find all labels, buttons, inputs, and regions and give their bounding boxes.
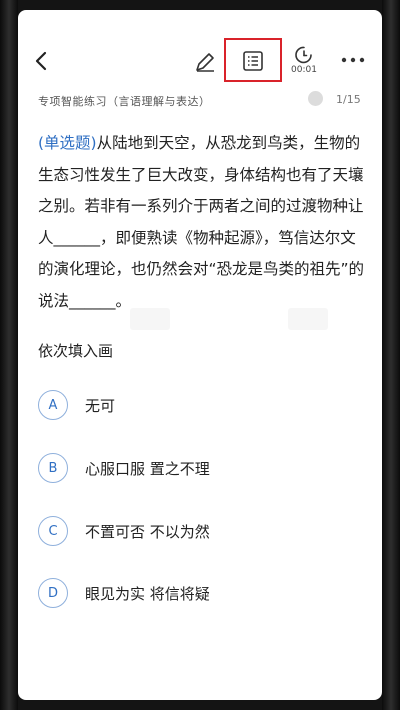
progress-dot-icon <box>308 91 323 106</box>
option-letter-circle: D <box>38 578 68 608</box>
option-text: 不置可否 不以为然 <box>85 523 210 541</box>
question-text: 从陆地到天空，从恐龙到鸟类，生物的生态习性发生了巨大改变，身体结构也有了天壤之别… <box>38 134 365 310</box>
question-body: (单选题)从陆地到天空，从恐龙到鸟类，生物的生态习性发生了巨大改变，身体结构也有… <box>38 128 370 317</box>
option-text: 眼见为实 将信将疑 <box>85 585 210 603</box>
question-prompt: 依次填入画 <box>38 342 114 360</box>
option-letter-circle: B <box>38 453 68 483</box>
option-text: 无可 <box>85 397 116 415</box>
more-icon[interactable] <box>340 56 366 64</box>
option-d[interactable]: D 眼见为实 将信将疑 <box>38 578 368 612</box>
chevron-left-icon[interactable] <box>32 50 52 72</box>
phone-frame: 00:01 专项智能练习（言语理解与表达） 1/15 (单选题)从陆地到天空，从… <box>0 0 400 710</box>
phone-edge-right <box>382 0 400 710</box>
question-type-label: (单选题) <box>38 134 97 152</box>
option-letter-circle: C <box>38 516 68 546</box>
timer-readout: 00:01 <box>291 65 317 75</box>
app-screen: 00:01 专项智能练习（言语理解与表达） 1/15 (单选题)从陆地到天空，从… <box>18 10 382 700</box>
timer-button[interactable]: 00:01 <box>286 46 322 80</box>
watermark-blur <box>288 308 328 330</box>
pencil-icon[interactable] <box>193 50 217 74</box>
option-text: 心服口服 置之不理 <box>85 460 210 478</box>
phone-edge-left <box>0 0 18 710</box>
progress-counter: 1/15 <box>336 93 361 106</box>
option-c[interactable]: C 不置可否 不以为然 <box>38 516 368 550</box>
page-subtitle: 专项智能练习（言语理解与表达） <box>38 95 211 108</box>
watermark-blur <box>130 308 170 330</box>
option-a[interactable]: A 无可 <box>38 390 368 424</box>
list-icon[interactable] <box>242 50 264 72</box>
option-letter-circle: A <box>38 390 68 420</box>
option-b[interactable]: B 心服口服 置之不理 <box>38 453 368 487</box>
timer-icon <box>295 46 312 64</box>
